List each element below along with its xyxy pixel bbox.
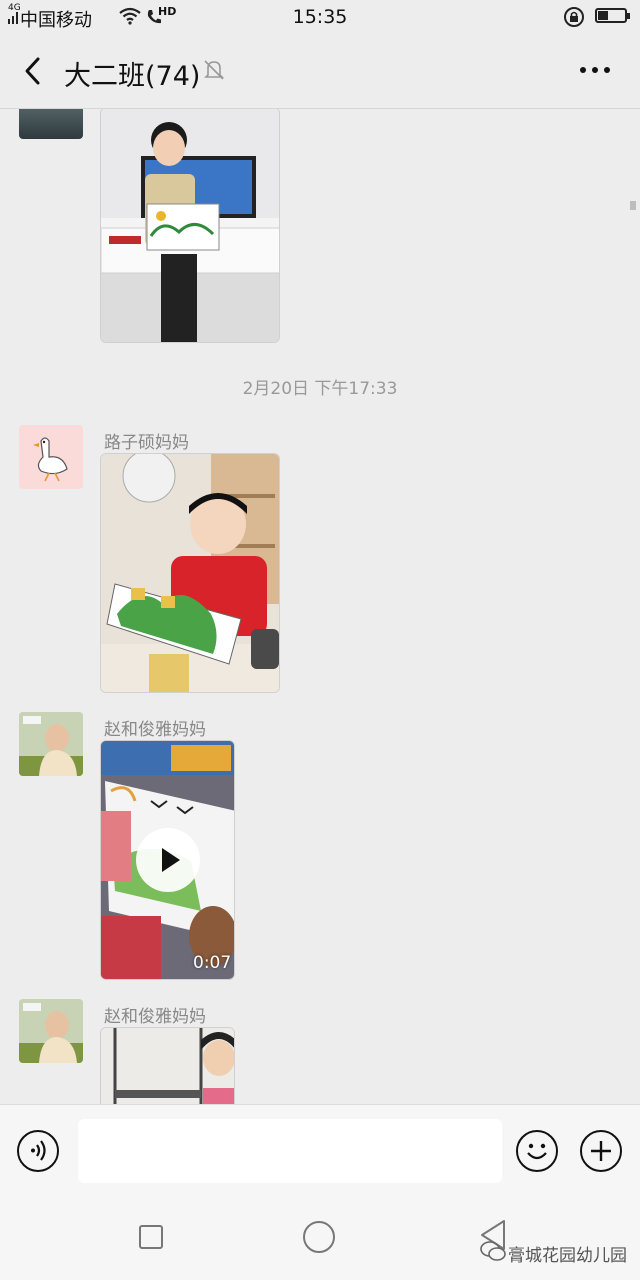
voice-button[interactable] (17, 1130, 59, 1172)
plus-icon (591, 1141, 611, 1161)
message-video[interactable]: 0:07 (100, 740, 235, 980)
chat-header: 大二班(74) (0, 34, 640, 109)
sender-name: 赵和俊雅妈妈 (104, 1007, 206, 1027)
avatar[interactable] (19, 109, 83, 139)
timestamp: 2月20日 下午17:33 (242, 379, 398, 399)
home-icon[interactable] (303, 1221, 335, 1253)
avatar[interactable] (19, 425, 83, 489)
play-icon (162, 848, 180, 872)
rotation-lock-icon (564, 7, 584, 27)
avatar[interactable] (19, 999, 83, 1063)
voice-icon (31, 1140, 46, 1161)
scrollbar[interactable] (630, 201, 636, 210)
battery-icon (595, 8, 630, 23)
back-arrow-icon[interactable] (20, 54, 50, 88)
bell-muted-icon (204, 60, 224, 80)
recent-apps-icon[interactable] (139, 1225, 163, 1249)
sender-name: 路子硕妈妈 (104, 433, 189, 453)
message-image[interactable] (100, 109, 280, 343)
watermark-text: 膏城花园幼儿园 (508, 1246, 627, 1266)
sender-name: 赵和俊雅妈妈 (104, 720, 206, 740)
video-duration: 0:07 (193, 953, 232, 973)
more-icon[interactable] (578, 58, 612, 82)
message-list[interactable]: 2月20日 下午17:33 路子硕妈妈 赵和俊雅妈妈 0:07 赵和俊雅妈妈 (0, 109, 640, 1104)
wechat-logo-icon (480, 1241, 506, 1261)
message-image[interactable] (100, 453, 280, 693)
photo-boy-with-drawing (101, 109, 279, 342)
message-image[interactable] (100, 1027, 235, 1104)
avatar-photo (19, 712, 83, 776)
input-bar (0, 1104, 640, 1197)
photo-child-bunk-bed (101, 1028, 234, 1104)
clock: 15:35 (292, 6, 348, 28)
more-functions-button[interactable] (580, 1130, 622, 1172)
avatar-photo (19, 999, 83, 1063)
play-button[interactable] (136, 828, 200, 892)
photo-boy-red-sweater (101, 454, 279, 692)
message-input[interactable] (78, 1119, 502, 1183)
avatar[interactable] (19, 712, 83, 776)
emoji-icon (527, 1143, 547, 1160)
chat-title: 大二班(74) (64, 61, 201, 92)
status-bar: 4G 中国移动 HD 15:35 (0, 0, 640, 34)
emoji-button[interactable] (516, 1130, 558, 1172)
system-navigation: 膏城花园幼儿园 (0, 1196, 640, 1280)
goose-icon (33, 437, 68, 482)
